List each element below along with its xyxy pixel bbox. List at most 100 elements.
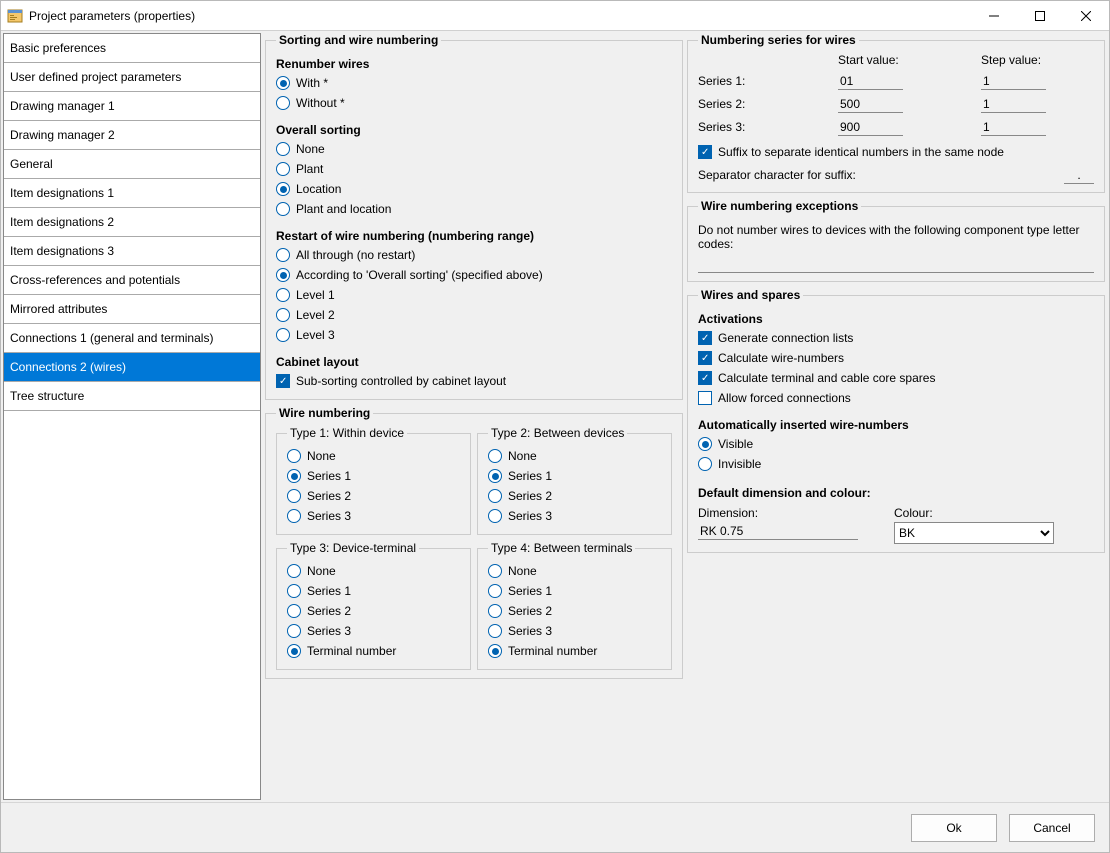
series-start-input[interactable] [838,118,903,136]
series-row-label: Series 3: [698,120,808,134]
exceptions-desc: Do not number wires to devices with the … [698,223,1094,251]
radio-icon [276,328,290,342]
radio-icon [276,308,290,322]
checkbox-icon [698,145,712,159]
wirenum-option[interactable]: None [488,446,661,466]
wirenum-option[interactable]: Series 2 [287,601,460,621]
restart-option[interactable]: All through (no restart) [276,245,672,265]
sidebar-item[interactable]: Connections 2 (wires) [4,353,260,382]
wirenum-option[interactable]: Series 1 [287,466,460,486]
series-start-input[interactable] [838,95,903,113]
activation-check[interactable]: Calculate terminal and cable core spares [698,368,1094,388]
renumber-option[interactable]: Without * [276,93,672,113]
sidebar-item[interactable]: Item designations 3 [4,237,260,266]
wirenum-option[interactable]: None [287,446,460,466]
sidebar-item[interactable]: Tree structure [4,382,260,411]
minimize-button[interactable] [971,1,1017,31]
wirenum-option[interactable]: None [488,561,661,581]
checkbox-icon [698,351,712,365]
series-step-input[interactable] [981,95,1046,113]
restart-option[interactable]: Level 1 [276,285,672,305]
titlebar: Project parameters (properties) [1,1,1109,31]
activation-check[interactable]: Generate connection lists [698,328,1094,348]
radio-icon [488,624,502,638]
sep-input[interactable] [1064,166,1094,184]
wirenum-option[interactable]: None [287,561,460,581]
radio-icon [287,489,301,503]
suffix-check[interactable]: Suffix to separate identical numbers in … [698,142,1094,162]
radio-icon [488,489,502,503]
wirenum-type: Type 1: Within deviceNoneSeries 1Series … [276,426,471,535]
series-group: Numbering series for wires Start value: … [687,33,1105,193]
radio-icon [276,76,290,90]
sidebar-item[interactable]: Mirrored attributes [4,295,260,324]
wirenum-option[interactable]: Series 2 [488,601,661,621]
series-step-input[interactable] [981,72,1046,90]
spares-title: Wires and spares [698,288,803,302]
ok-button[interactable]: Ok [911,814,997,842]
wirenum-option[interactable]: Series 2 [287,486,460,506]
overall-option[interactable]: None [276,139,672,159]
restart-option[interactable]: According to 'Overall sorting' (specifie… [276,265,672,285]
wirenum-option[interactable]: Terminal number [488,641,661,661]
wirenum-option[interactable]: Series 3 [287,506,460,526]
sidebar-item[interactable]: Item designations 1 [4,179,260,208]
sidebar-item[interactable]: Cross-references and potentials [4,266,260,295]
wirenum-option[interactable]: Series 1 [287,581,460,601]
cancel-button[interactable]: Cancel [1009,814,1095,842]
sidebar-item[interactable]: General [4,150,260,179]
activation-check[interactable]: Allow forced connections [698,388,1094,408]
radio-icon [276,248,290,262]
overall-option[interactable]: Plant [276,159,672,179]
wirenum-option[interactable]: Series 3 [488,621,661,641]
wirenum-option[interactable]: Series 3 [287,621,460,641]
cabinet-check[interactable]: Sub-sorting controlled by cabinet layout [276,371,672,391]
restart-option[interactable]: Level 3 [276,325,672,345]
checkbox-icon [698,391,712,405]
radio-icon [276,202,290,216]
window: Project parameters (properties) Basic pr… [0,0,1110,853]
spares-group: Wires and spares Activations Generate co… [687,288,1105,553]
sidebar-item[interactable]: Drawing manager 1 [4,92,260,121]
radio-icon [488,584,502,598]
window-title: Project parameters (properties) [29,9,195,23]
overall-option[interactable]: Plant and location [276,199,672,219]
renumber-option[interactable]: With * [276,73,672,93]
wirenum-type: Type 2: Between devicesNoneSeries 1Serie… [477,426,672,535]
radio-icon [287,604,301,618]
exceptions-group: Wire numbering exceptions Do not number … [687,199,1105,282]
series-row-label: Series 2: [698,97,808,111]
activations-title: Activations [698,312,1094,326]
restart-option[interactable]: Level 2 [276,305,672,325]
close-button[interactable] [1063,1,1109,31]
sidebar-item[interactable]: Drawing manager 2 [4,121,260,150]
exceptions-input[interactable] [698,255,1094,273]
maximize-button[interactable] [1017,1,1063,31]
restart-title: Restart of wire numbering (numbering ran… [276,229,672,243]
sidebar-item[interactable]: User defined project parameters [4,63,260,92]
wirenum-option[interactable]: Series 3 [488,506,661,526]
auto-option[interactable]: Visible [698,434,1094,454]
footer: Ok Cancel [1,802,1109,852]
wirenum-option[interactable]: Series 2 [488,486,661,506]
sidebar-item[interactable]: Basic preferences [4,34,260,63]
wirenum-option[interactable]: Terminal number [287,641,460,661]
colour-select[interactable]: BK [894,522,1054,544]
wirenum-option[interactable]: Series 1 [488,466,661,486]
wirenum-type: Type 4: Between terminalsNoneSeries 1Ser… [477,541,672,670]
wirenum-option[interactable]: Series 1 [488,581,661,601]
dimension-input[interactable] [698,522,858,540]
sidebar-item[interactable]: Connections 1 (general and terminals) [4,324,260,353]
auto-option[interactable]: Invisible [698,454,1094,474]
sidebar-item[interactable]: Item designations 2 [4,208,260,237]
sep-label: Separator character for suffix: [698,168,1054,182]
checkbox-icon [698,371,712,385]
activation-check[interactable]: Calculate wire-numbers [698,348,1094,368]
series-step-input[interactable] [981,118,1046,136]
radio-icon [287,564,301,578]
overall-option[interactable]: Location [276,179,672,199]
series-start-input[interactable] [838,72,903,90]
radio-icon [276,162,290,176]
radio-icon [276,288,290,302]
wirenum-group: Wire numbering Type 1: Within deviceNone… [265,406,683,679]
